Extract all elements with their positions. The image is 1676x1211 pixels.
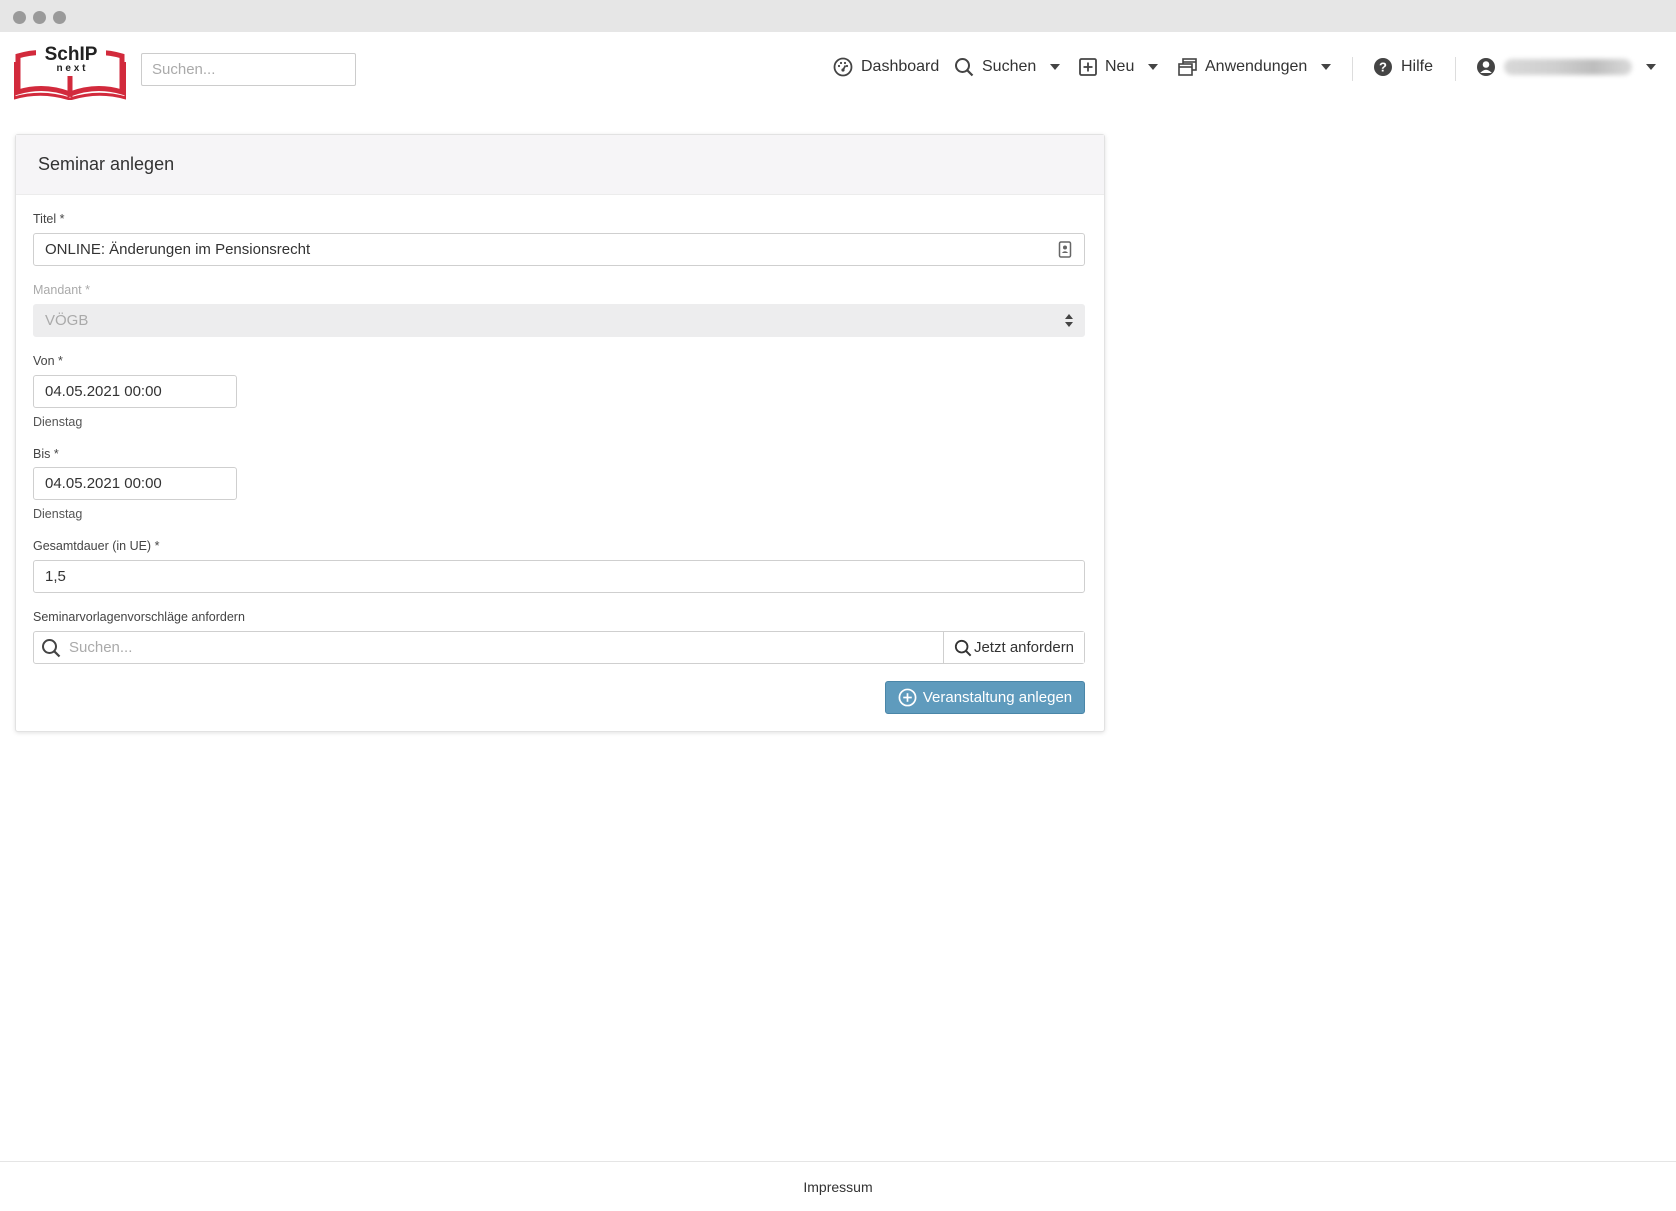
- chevron-down-icon: [1321, 64, 1332, 70]
- chevron-down-icon: [1646, 64, 1656, 70]
- card-title: Seminar anlegen: [16, 135, 1104, 195]
- titel-label: Titel *: [33, 212, 65, 226]
- nav-divider: [1352, 57, 1353, 81]
- titel-value: ONLINE: Änderungen im Pensionsrecht: [45, 241, 311, 258]
- jetzt-anfordern-label: Jetzt anfordern: [973, 639, 1075, 656]
- mandant-label: Mandant *: [33, 283, 90, 297]
- help-circle-icon: ?: [1374, 58, 1392, 76]
- vorlagen-label: Seminarvorlagenvorschläge anfordern: [33, 610, 245, 624]
- search-icon: [42, 638, 61, 657]
- nav-hilfe[interactable]: ? Hilfe: [1373, 52, 1433, 82]
- von-label: Von *: [33, 354, 63, 368]
- bis-weekday: Dienstag: [33, 507, 83, 521]
- mandant-value: VÖGB: [45, 312, 89, 329]
- von-datetime-input[interactable]: 04.05.2021 00:00: [33, 375, 237, 408]
- search-icon: [955, 58, 974, 77]
- von-weekday: Dienstag: [33, 415, 83, 429]
- nav-user-menu[interactable]: [1476, 52, 1656, 82]
- veranstaltung-anlegen-button[interactable]: Veranstaltung anlegen: [885, 681, 1085, 714]
- user-name-redacted: [1504, 59, 1632, 75]
- window-maximize-dot[interactable]: [53, 11, 66, 24]
- jetzt-anfordern-button[interactable]: Jetzt anfordern: [943, 632, 1084, 663]
- plus-circle-icon: [898, 688, 917, 707]
- von-value: 04.05.2021 00:00: [45, 383, 162, 400]
- nav-dashboard[interactable]: Dashboard: [833, 52, 939, 82]
- vorlagen-placeholder: Suchen...: [69, 639, 133, 656]
- bis-datetime-input[interactable]: 04.05.2021 00:00: [33, 467, 237, 500]
- svg-text:?: ?: [1379, 60, 1387, 75]
- dauer-label: Gesamtdauer (in UE) *: [33, 539, 160, 553]
- nav-divider: [1455, 57, 1456, 81]
- impressum-link[interactable]: Impressum: [803, 1179, 872, 1195]
- user-avatar-icon: [1477, 58, 1495, 76]
- bis-value: 04.05.2021 00:00: [45, 475, 162, 492]
- window-minimize-dot[interactable]: [33, 11, 46, 24]
- window-titlebar: [0, 0, 1676, 32]
- window-close-dot[interactable]: [13, 11, 26, 24]
- dauer-value: 1,5: [45, 568, 66, 585]
- schip-logo[interactable]: SchIP n e x t: [12, 38, 128, 101]
- seminar-form-card: Seminar anlegen Titel * ONLINE: Änderung…: [15, 134, 1105, 732]
- logo-text: SchIP: [45, 44, 98, 65]
- titel-input[interactable]: ONLINE: Änderungen im Pensionsrecht: [33, 233, 1085, 266]
- plus-square-icon: [1079, 58, 1097, 76]
- windows-icon: [1178, 58, 1197, 76]
- search-icon: [954, 639, 972, 656]
- nav-anwendungen[interactable]: Anwendungen: [1178, 52, 1332, 82]
- global-search-input[interactable]: [141, 53, 356, 86]
- nav-suchen-label: Suchen: [982, 58, 1037, 75]
- logo-subtext: n e x t: [57, 63, 87, 74]
- nav-suchen[interactable]: Suchen: [954, 52, 1061, 82]
- nav-anwendungen-label: Anwendungen: [1205, 58, 1308, 75]
- chevron-down-icon: [1148, 64, 1159, 70]
- sort-arrows-icon: [1065, 314, 1073, 327]
- dashboard-gauge-icon: [833, 57, 853, 77]
- vorlagen-search-input[interactable]: Suchen...: [34, 632, 943, 663]
- bis-label: Bis *: [33, 447, 59, 461]
- veranstaltung-anlegen-label: Veranstaltung anlegen: [922, 689, 1073, 706]
- dauer-input[interactable]: 1,5: [33, 560, 1085, 593]
- nav-hilfe-label: Hilfe: [1401, 58, 1434, 75]
- nav-neu[interactable]: Neu: [1079, 52, 1159, 82]
- mandant-select: VÖGB: [33, 304, 1085, 337]
- page-footer: Impressum: [0, 1161, 1676, 1211]
- address-book-icon[interactable]: [1058, 241, 1072, 258]
- chevron-down-icon: [1050, 64, 1061, 70]
- vorlagen-search-group: Suchen... Jetzt anfordern: [33, 631, 1085, 664]
- nav-neu-label: Neu: [1105, 58, 1135, 75]
- top-navbar: SchIP n e x t Dashboard Suchen Neu: [0, 32, 1676, 102]
- nav-dashboard-label: Dashboard: [861, 58, 940, 75]
